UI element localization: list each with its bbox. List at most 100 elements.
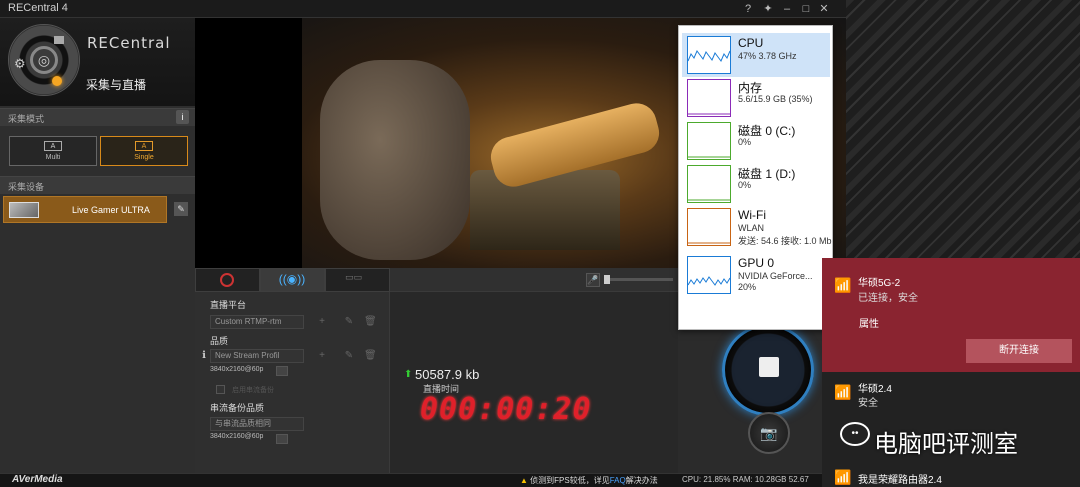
perf-name: Wi-Fi <box>738 208 766 222</box>
delete-platform-icon[interactable]: 🗑 <box>364 316 377 328</box>
backup-quality-select[interactable]: 与串流品质相同 <box>210 417 304 431</box>
stream-timer: 000:00:20 <box>420 392 592 427</box>
edit-platform-icon[interactable]: ✎ <box>343 316 355 328</box>
multi-stream-icon: ▭▭ <box>345 272 363 282</box>
perf-value-secondary: 发送: 54.6 接收: 1.0 Mb <box>738 236 832 246</box>
data-sent-value: 50587.9 kb <box>415 367 480 382</box>
mode-title: 采集与直播 <box>86 78 147 92</box>
warning-icon: ▲ <box>520 476 528 485</box>
system-stats: CPU: 21.85% RAM: 10.28GB 52.67 <box>682 475 809 484</box>
capture-device-label: 采集设备 <box>8 182 45 192</box>
multi-icon: A <box>44 141 62 151</box>
wifi-network-name: 华硕5G-2 <box>858 278 901 289</box>
perf-graph <box>687 122 731 160</box>
volume-slider-knob[interactable] <box>604 275 610 284</box>
faq-link[interactable]: FAQ <box>610 476 626 485</box>
edit-quality-icon[interactable]: ✎ <box>343 350 355 362</box>
quality-detail-button[interactable] <box>276 366 288 376</box>
capture-mode-multi[interactable]: A Multi <box>9 136 97 166</box>
perf-item[interactable]: CPU 47% 3.78 GHz <box>682 33 830 77</box>
wifi-network-name[interactable]: 我是荣耀路由器2.4 <box>858 471 942 486</box>
wifi-icon: 📶 <box>834 384 852 400</box>
perf-item[interactable]: 磁盘 0 (C:) 0% <box>682 119 830 163</box>
disconnect-button[interactable]: 断开连接 <box>966 339 1072 363</box>
perf-item[interactable]: GPU 0 NVIDIA GeForce... 20% <box>682 253 830 297</box>
perf-item[interactable]: 内存 5.6/15.9 GB (35%) <box>682 76 830 120</box>
backup-quality-label: 串流备份品质 <box>210 403 265 413</box>
backup-detail-button[interactable] <box>276 434 288 444</box>
extra-stat: 52.67 <box>788 475 809 484</box>
perf-value: 0% <box>738 137 752 147</box>
fps-warning-suffix: 解决办法 <box>625 476 658 485</box>
mode-indicator-icon <box>52 76 62 86</box>
platform-select[interactable]: Custom RTMP-rtm <box>210 315 304 329</box>
minimize-icon[interactable]: – <box>779 1 795 17</box>
fps-warning: ▲ 侦测到FPS较低，详见FAQ解决办法 <box>520 475 658 486</box>
wifi-icon: 📶 <box>834 469 852 485</box>
perf-value: 0% <box>738 180 752 190</box>
pin-icon[interactable]: ✦ <box>760 1 776 17</box>
perf-graph-line <box>687 50 731 62</box>
maximize-icon[interactable]: □ <box>798 1 814 17</box>
preview-image-hand <box>320 60 470 260</box>
window-title: RECentral 4 <box>8 2 68 14</box>
ram-usage: RAM: 10.28GB <box>732 475 787 484</box>
perf-graph <box>687 256 731 294</box>
single-label: Single <box>134 154 154 161</box>
quality-select[interactable]: New Stream Profil <box>210 349 304 363</box>
edit-device-icon[interactable]: ✎ <box>174 202 188 216</box>
backup-checkbox-label: 启用串流备份 <box>232 387 274 394</box>
perf-graph-line <box>687 276 731 286</box>
spiral-icon: ◎ <box>30 46 58 74</box>
backup-checkbox[interactable] <box>216 385 225 394</box>
perf-value: WLAN <box>738 223 765 233</box>
single-icon: A <box>135 141 153 151</box>
capture-device-header: 采集设备 <box>0 176 195 194</box>
brand-title: RECentral <box>87 34 171 52</box>
perf-value: NVIDIA GeForce... <box>738 271 813 281</box>
volume-slider[interactable] <box>605 278 673 281</box>
microphone-icon[interactable]: 🎤 <box>586 273 600 287</box>
delete-quality-icon[interactable]: 🗑 <box>364 350 377 362</box>
stop-icon <box>759 357 779 377</box>
perf-value-secondary: 20% <box>738 282 757 292</box>
perf-graph <box>687 36 731 74</box>
wifi-properties-link[interactable]: 属性 <box>859 315 879 330</box>
cpu-usage: CPU: 21.85% <box>682 475 731 484</box>
device-name: Live Gamer ULTRA <box>72 205 150 215</box>
wifi-icon: 📶 <box>834 277 852 293</box>
close-icon[interactable]: ✕ <box>816 1 832 17</box>
info-icon[interactable]: i <box>176 110 189 124</box>
add-platform-icon[interactable]: + <box>316 316 328 328</box>
snapshot-button[interactable]: 📷 <box>748 412 790 454</box>
quality-label: 品质 <box>210 336 229 346</box>
folder-icon[interactable] <box>54 36 64 44</box>
perf-name: CPU <box>738 36 764 50</box>
perf-item[interactable]: 磁盘 1 (D:) 0% <box>682 162 830 206</box>
title-bar: RECentral 4 ? ✦ – □ ✕ <box>0 0 846 18</box>
capture-mode-single[interactable]: A Single <box>100 136 188 166</box>
record-icon <box>220 273 234 287</box>
info-icon[interactable]: ℹ <box>198 350 210 362</box>
help-icon[interactable]: ? <box>740 1 756 17</box>
device-thumbnail-icon <box>9 202 39 218</box>
perf-graph <box>687 165 731 203</box>
watermark-text: 电脑吧评测室 <box>874 431 1018 458</box>
add-quality-icon[interactable]: + <box>316 350 328 362</box>
avermedia-logo: AVerMedia <box>12 474 63 485</box>
perf-graph <box>687 208 731 246</box>
perf-graph <box>687 79 731 117</box>
perf-item[interactable]: Wi-Fi WLAN 发送: 54.6 接收: 1.0 Mb <box>682 205 832 249</box>
wifi-network-status: 安全 <box>858 398 878 409</box>
upload-arrow-icon: ⬆ <box>404 369 413 380</box>
capture-mode-header: 采集模式 <box>0 108 195 126</box>
wifi-network-status: 已连接，安全 <box>858 293 918 304</box>
gear-icon[interactable]: ⚙ <box>14 56 26 72</box>
wifi-network-name[interactable]: 华硕2.4 <box>858 380 892 395</box>
broadcast-icon: ((◉)) <box>278 272 306 286</box>
platform-label: 直播平台 <box>210 300 247 310</box>
perf-value: 5.6/15.9 GB (35%) <box>738 94 813 104</box>
capture-mode-label: 采集模式 <box>8 114 45 124</box>
multi-label: Multi <box>45 154 61 161</box>
preview-image-ornament <box>470 170 620 250</box>
